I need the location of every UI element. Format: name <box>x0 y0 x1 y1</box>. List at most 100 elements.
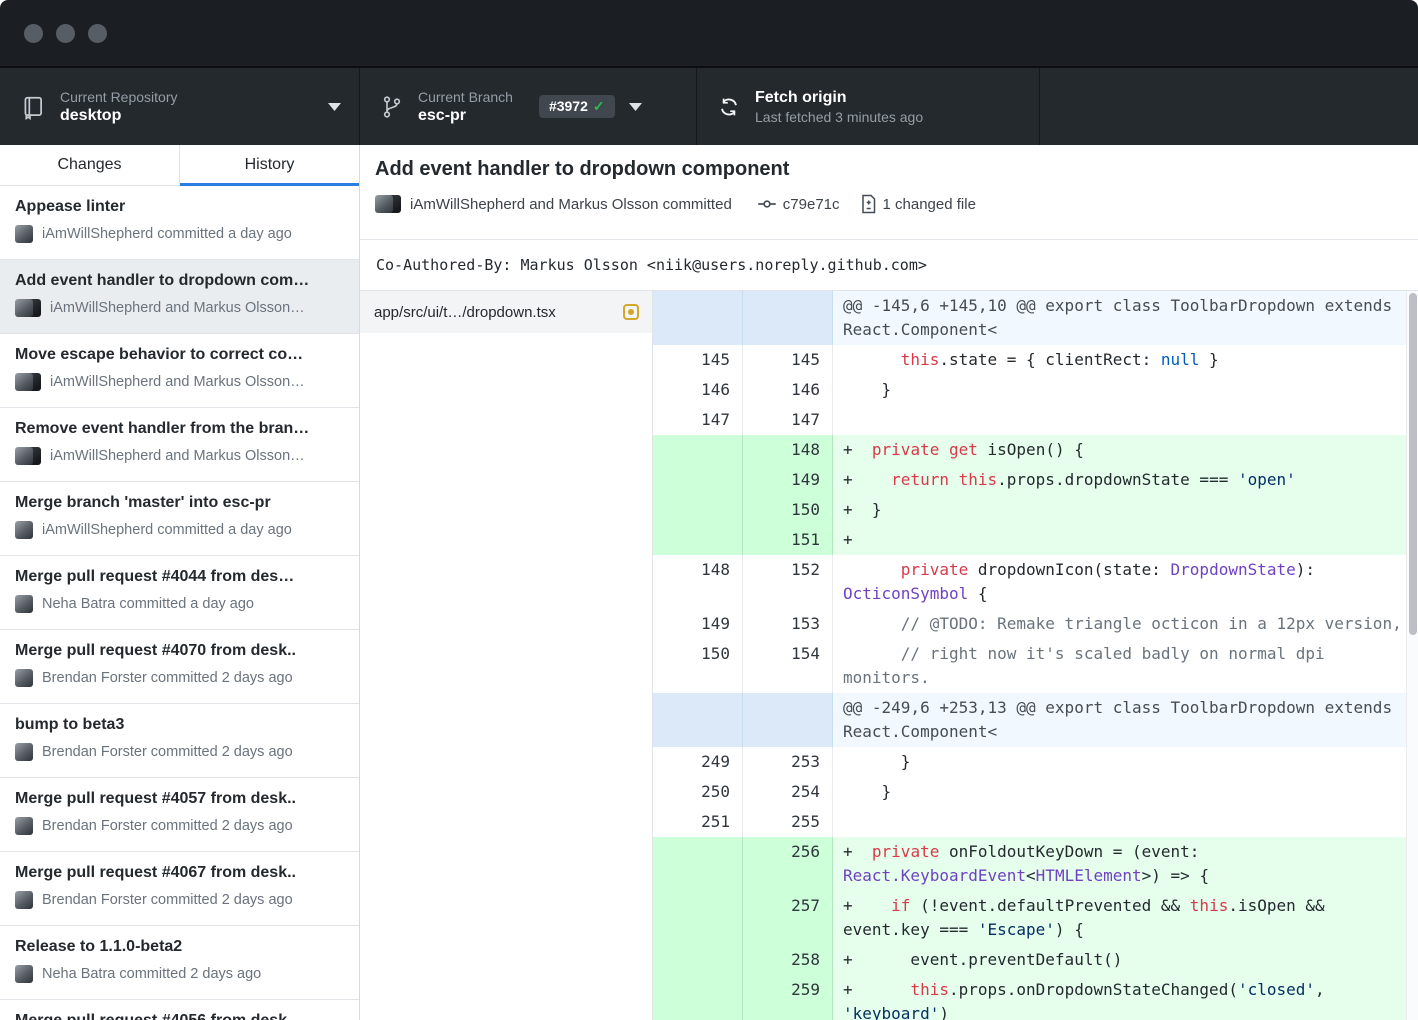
avatar <box>375 195 393 213</box>
scrollbar-thumb[interactable] <box>1409 293 1417 635</box>
avatar <box>15 965 33 983</box>
diff-gutter-new: 148 <box>743 435 833 465</box>
avatar-stack <box>15 965 33 983</box>
commit-meta: iAmWillShepherd and Markus Olsson commit… <box>375 194 1402 214</box>
diff-gutter-new: 154 <box>743 639 833 693</box>
diff-code-line: // @TODO: Remake triangle octicon in a 1… <box>833 609 1418 639</box>
window-titlebar <box>0 0 1418 68</box>
diff-gutter-old <box>653 945 743 975</box>
commit-item-byline: Brendan Forster committed 2 days ago <box>42 892 293 908</box>
current-branch-button[interactable]: Current Branch esc-pr #3972✓ <box>360 68 697 145</box>
commit-item-byline: iAmWillShepherd and Markus Olsson… <box>50 300 305 316</box>
diff-row: @@ -145,6 +145,10 @@ export class Toolba… <box>653 291 1418 345</box>
diff-gutter-new: 150 <box>743 495 833 525</box>
toolbar: Current Repository desktop Current Branc… <box>0 68 1418 145</box>
diff-gutter-new: 254 <box>743 777 833 807</box>
avatar-stack <box>15 817 33 835</box>
close-window-button[interactable] <box>24 24 43 43</box>
diff-scrollbar[interactable] <box>1406 291 1418 1020</box>
commit-list-item[interactable]: Release to 1.1.0-beta2 Neha Batra commit… <box>0 926 359 1000</box>
commit-list-item[interactable]: Merge branch 'master' into esc-pr iAmWil… <box>0 482 359 556</box>
commit-item-byline: iAmWillShepherd and Markus Olsson… <box>50 448 305 464</box>
tab-changes[interactable]: Changes <box>0 145 180 185</box>
diff-gutter-new: 149 <box>743 465 833 495</box>
changed-files-count: 1 changed file <box>883 196 976 213</box>
commit-description: Co-Authored-By: Markus Olsson <niik@user… <box>360 240 1418 291</box>
diff-gutter-old: 150 <box>653 639 743 693</box>
sidebar: Changes History Appease linter iAmWillSh… <box>0 145 360 1020</box>
repository-text: Current Repository desktop <box>60 88 178 126</box>
git-commit-icon <box>757 196 777 212</box>
commit-list-item[interactable]: Appease linter iAmWillShepherd committed… <box>0 186 359 260</box>
commit-item-title: Appease linter <box>15 196 343 218</box>
avatar <box>15 299 33 317</box>
diff-gutter-new: 146 <box>743 375 833 405</box>
branch-name: esc-pr <box>418 106 513 126</box>
diff-row: 149153 // @TODO: Remake triangle octicon… <box>653 609 1418 639</box>
current-repository-button[interactable]: Current Repository desktop <box>0 68 360 145</box>
minimize-window-button[interactable] <box>56 24 75 43</box>
commit-list-item[interactable]: Move escape behavior to correct co… iAmW… <box>0 334 359 408</box>
commit-list-item[interactable]: Add event handler to dropdown com… iAmWi… <box>0 260 359 334</box>
commit-list-item[interactable]: Merge pull request #4070 from desk.. Bre… <box>0 630 359 704</box>
diff-gutter-old: 148 <box>653 555 743 609</box>
diff-code-line: // right now it's scaled badly on normal… <box>833 639 1418 693</box>
diff-row: 257+ if (!event.defaultPrevented && this… <box>653 891 1418 945</box>
avatar-stack <box>15 447 41 465</box>
maximize-window-button[interactable] <box>88 24 107 43</box>
commit-item-byline-row: Neha Batra committed a day ago <box>15 595 343 613</box>
commit-list: Appease linter iAmWillShepherd committed… <box>0 186 359 1020</box>
diff-gutter-old: 146 <box>653 375 743 405</box>
fetch-subtitle: Last fetched 3 minutes ago <box>755 108 923 126</box>
avatar-stack <box>15 743 33 761</box>
diff-gutter-old <box>653 525 743 555</box>
modified-icon <box>623 304 639 320</box>
diff-row: @@ -249,6 +253,13 @@ export class Toolba… <box>653 693 1418 747</box>
diff-gutter-new: 256 <box>743 837 833 891</box>
repository-name: desktop <box>60 106 178 126</box>
commit-item-byline-row: Brendan Forster committed 2 days ago <box>15 743 343 761</box>
commit-item-byline: iAmWillShepherd and Markus Olsson… <box>50 374 305 390</box>
diff-gutter-old: 250 <box>653 777 743 807</box>
file-list-item[interactable]: app/src/ui/t…/dropdown.tsx <box>360 291 652 333</box>
avatar-stack <box>15 595 33 613</box>
commit-item-byline: iAmWillShepherd committed a day ago <box>42 226 292 242</box>
avatar-stack <box>15 669 33 687</box>
avatar <box>15 595 33 613</box>
diff-gutter-old <box>653 975 743 1020</box>
avatar-stack <box>15 521 33 539</box>
diff-row: 146146 } <box>653 375 1418 405</box>
diff-code-line: } <box>833 747 1418 777</box>
diff-gutter-new: 147 <box>743 405 833 435</box>
commit-list-item[interactable]: Merge pull request #4044 from des… Neha … <box>0 556 359 630</box>
diff-gutter-new <box>743 291 833 345</box>
branch-text: Current Branch esc-pr <box>418 88 513 126</box>
diff-area: app/src/ui/t…/dropdown.tsx @@ -145,6 +14… <box>360 291 1418 1020</box>
tab-history[interactable]: History <box>180 145 359 185</box>
diff-gutter-new: 152 <box>743 555 833 609</box>
avatar-stack <box>15 225 33 243</box>
diff-gutter-old <box>653 435 743 465</box>
diff-code-line: + <box>833 525 1418 555</box>
diff-row: 151+ <box>653 525 1418 555</box>
commit-byline: iAmWillShepherd and Markus Olsson commit… <box>410 196 732 213</box>
commit-list-item[interactable]: bump to beta3 Brendan Forster committed … <box>0 704 359 778</box>
diff-row: 250254 } <box>653 777 1418 807</box>
commit-item-byline-row: Brendan Forster committed 2 days ago <box>15 891 343 909</box>
diff-code-line: this.state = { clientRect: null } <box>833 345 1418 375</box>
commit-list-item[interactable]: Remove event handler from the bran… iAmW… <box>0 408 359 482</box>
avatar <box>15 521 33 539</box>
repo-book-icon <box>20 94 46 120</box>
diff-code-line <box>833 405 1418 435</box>
commit-list-item[interactable]: Merge pull request #4057 from desk.. Bre… <box>0 778 359 852</box>
commit-item-byline: Neha Batra committed a day ago <box>42 596 254 612</box>
toolbar-spacer <box>1040 68 1418 145</box>
fetch-origin-button[interactable]: Fetch origin Last fetched 3 minutes ago <box>697 68 1040 145</box>
commit-item-byline-row: Neha Batra committed 2 days ago <box>15 965 343 983</box>
diff-code-line: } <box>833 777 1418 807</box>
commit-item-byline-row: iAmWillShepherd committed a day ago <box>15 521 343 539</box>
commit-list-item[interactable]: Merge pull request #4067 from desk.. Bre… <box>0 852 359 926</box>
commit-list-item[interactable]: Merge pull request #4056 from desk.. <box>0 1000 359 1020</box>
commit-item-byline-row: iAmWillShepherd and Markus Olsson… <box>15 373 343 391</box>
diff-gutter-new: 258 <box>743 945 833 975</box>
